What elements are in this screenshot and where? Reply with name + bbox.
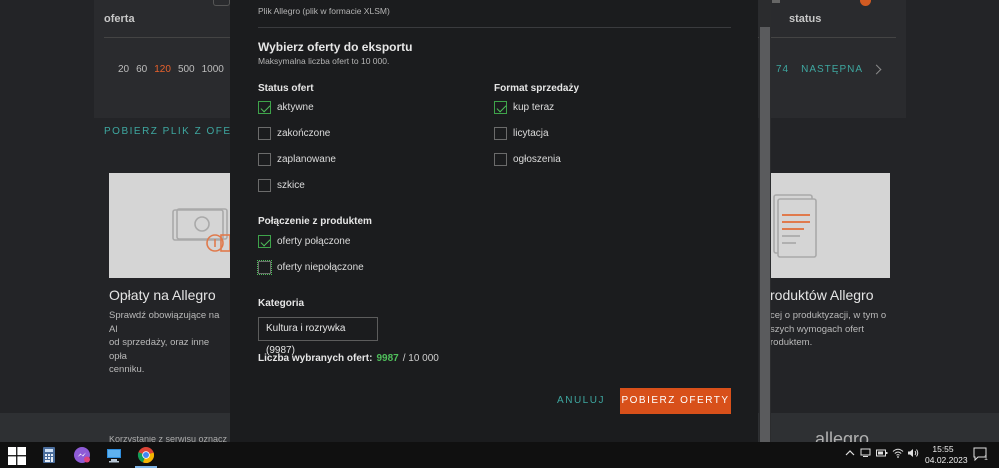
fees-card-line: od sprzedaży, oraz inne opła bbox=[109, 337, 210, 362]
checkbox[interactable] bbox=[494, 127, 507, 140]
page-size-option[interactable]: 500 bbox=[178, 64, 195, 75]
page-size-option[interactable]: 1000 bbox=[202, 64, 224, 75]
checkbox-label: oferty połączone bbox=[277, 236, 351, 247]
products-card-line: roduktem. bbox=[770, 337, 813, 348]
count-value: 9987 bbox=[376, 353, 399, 364]
status-checkbox-scheduled[interactable]: zaplanowane bbox=[258, 153, 336, 166]
checkbox[interactable] bbox=[257, 260, 272, 275]
fees-card-description: Sprawdź obowiązujące na Al od sprzedaży,… bbox=[109, 309, 229, 377]
column-header-offer: oferta bbox=[104, 13, 135, 25]
divider bbox=[258, 27, 731, 28]
products-card-line: szych wymogach ofert bbox=[770, 323, 864, 335]
format-checkbox-auction[interactable]: licytacja bbox=[494, 127, 549, 140]
checkbox[interactable] bbox=[258, 153, 271, 166]
product-checkbox-unlinked[interactable]: oferty niepołączone bbox=[257, 260, 364, 275]
products-card-image bbox=[770, 173, 890, 278]
checkbox-label: ogłoszenia bbox=[513, 154, 561, 165]
taskbar-clock[interactable]: 15:55 04.02.2023 bbox=[925, 444, 968, 466]
selected-offers-count: Liczba wybranych ofert: 9987 / 10 000 bbox=[258, 353, 439, 364]
max-offers-note: Maksymalna liczba ofert to 10 000. bbox=[258, 56, 390, 66]
allegro-logo: allegro bbox=[815, 429, 870, 442]
format-checkbox-buy-now[interactable]: kup teraz bbox=[494, 101, 554, 114]
category-select[interactable]: Kultura i rozrywka (9987) bbox=[258, 317, 378, 356]
checkbox[interactable] bbox=[258, 101, 271, 114]
messenger-app-icon[interactable] bbox=[73, 446, 91, 464]
chevron-right-icon[interactable] bbox=[871, 64, 882, 75]
sale-format-group-label: Format sprzedaży bbox=[494, 83, 580, 94]
pagination: 74 NASTĘPNA bbox=[776, 64, 882, 75]
checkbox[interactable] bbox=[258, 127, 271, 140]
status-group-label: Status ofert bbox=[258, 83, 314, 94]
products-card-title[interactable]: roduktów Allegro bbox=[770, 287, 874, 303]
pagination-next-link[interactable]: NASTĘPNA bbox=[801, 64, 863, 75]
volume-icon[interactable] bbox=[907, 448, 919, 460]
checkbox[interactable] bbox=[494, 153, 507, 166]
checkbox-label: szkice bbox=[277, 180, 305, 191]
category-label: Kategoria bbox=[258, 298, 305, 309]
page-size-option[interactable]: 60 bbox=[136, 64, 147, 75]
chrome-browser-icon[interactable] bbox=[137, 446, 155, 464]
money-bill-icon bbox=[172, 208, 231, 252]
checkbox[interactable] bbox=[258, 179, 271, 192]
checkbox-label: licytacja bbox=[513, 128, 549, 139]
file-format-subtitle: Plik Allegro (plik w formacie XLSM) bbox=[258, 6, 390, 16]
fees-card-image bbox=[109, 173, 231, 278]
fees-card-title[interactable]: Opłaty na Allegro bbox=[109, 287, 216, 303]
cancel-button[interactable]: ANULUJ bbox=[556, 389, 606, 413]
calculator-app-icon[interactable] bbox=[40, 446, 58, 464]
download-offers-button[interactable]: POBIERZ OFERTY bbox=[620, 388, 731, 414]
background-toolbar-mark bbox=[772, 0, 780, 3]
fees-card-line: Sprawdź obowiązujące na Al bbox=[109, 310, 220, 335]
checkbox-label: aktywne bbox=[277, 102, 314, 113]
battery-icon[interactable] bbox=[876, 449, 888, 459]
page-size-option[interactable]: 20 bbox=[118, 64, 129, 75]
checkbox-label: zaplanowane bbox=[277, 154, 336, 165]
count-total: / 10 000 bbox=[402, 353, 439, 364]
checkbox-label: zakończone bbox=[277, 128, 331, 139]
this-pc-app-icon[interactable] bbox=[105, 446, 123, 464]
checkbox-label: oferty niepołączone bbox=[277, 262, 364, 273]
fees-card-line: cenniku. bbox=[109, 364, 145, 375]
checkbox-label: kup teraz bbox=[513, 102, 555, 113]
display-tray-icon[interactable] bbox=[860, 448, 871, 460]
status-checkbox-drafts[interactable]: szkice bbox=[258, 179, 305, 192]
pagination-page-number[interactable]: 74 bbox=[776, 64, 789, 75]
checkbox[interactable] bbox=[258, 235, 271, 248]
document-list-icon bbox=[773, 194, 817, 258]
page-size-selector: 20 60 120 500 1000 bbox=[118, 64, 224, 75]
status-checkbox-active[interactable]: aktywne bbox=[258, 101, 314, 114]
products-card-line: cej o produktyzacji, w tym o bbox=[770, 310, 887, 321]
checkbox[interactable] bbox=[494, 101, 507, 114]
column-header-status: status bbox=[789, 13, 822, 25]
background-search-box bbox=[213, 0, 230, 6]
wifi-icon[interactable] bbox=[892, 448, 904, 460]
product-checkbox-linked[interactable]: oferty połączone bbox=[258, 235, 350, 248]
chevron-up-icon[interactable] bbox=[845, 449, 855, 459]
clock-date: 04.02.2023 bbox=[925, 455, 968, 465]
page-size-option-active[interactable]: 120 bbox=[154, 64, 171, 75]
notification-count: 1 bbox=[984, 455, 988, 462]
format-checkbox-ads[interactable]: ogłoszenia bbox=[494, 153, 561, 166]
windows-start-icon[interactable] bbox=[8, 447, 26, 465]
select-offers-title: Wybierz oferty do eksportu bbox=[258, 40, 413, 54]
modal-scrollbar-thumb[interactable] bbox=[760, 27, 770, 442]
products-card-description: cej o produktyzacji, w tym o szych wymog… bbox=[770, 309, 892, 350]
status-checkbox-finished[interactable]: zakończone bbox=[258, 127, 330, 140]
clock-time: 15:55 bbox=[932, 444, 954, 454]
count-label: Liczba wybranych ofert: bbox=[258, 353, 373, 364]
product-link-group-label: Połączenie z produktem bbox=[258, 216, 372, 227]
